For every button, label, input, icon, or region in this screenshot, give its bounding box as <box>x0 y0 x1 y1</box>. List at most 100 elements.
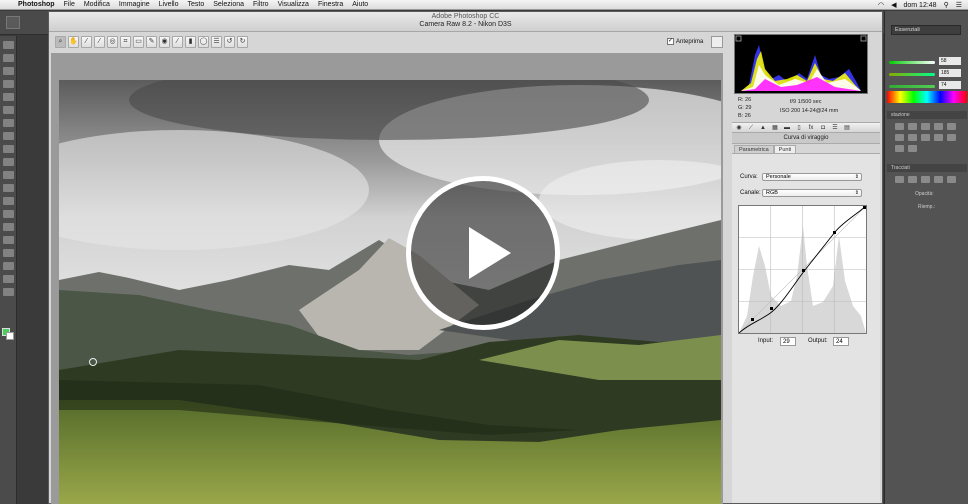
tab-lens-icon[interactable]: ▯ <box>794 124 804 132</box>
menu-testo[interactable]: Testo <box>188 1 205 8</box>
preview-toggle[interactable]: ✓ Anteprima <box>667 38 703 45</box>
white-balance-icon[interactable]: ⁄ <box>81 36 92 48</box>
layer-filter-icon[interactable] <box>895 176 904 183</box>
fullscreen-button[interactable] <box>711 36 723 48</box>
adjustment-icon[interactable] <box>934 123 943 130</box>
quick-select-tool-icon[interactable] <box>3 80 14 88</box>
list-icon[interactable]: ☰ <box>956 1 962 9</box>
red-slider[interactable] <box>889 61 935 64</box>
layer-filter-icon[interactable] <box>934 176 943 183</box>
lasso-tool-icon[interactable] <box>3 67 14 75</box>
adjustment-icon[interactable] <box>921 123 930 130</box>
menu-file[interactable]: File <box>64 1 75 8</box>
stamp-tool-icon[interactable] <box>3 145 14 153</box>
zoom-icon[interactable]: ⌕ <box>55 36 66 48</box>
adjustment-icon[interactable] <box>908 123 917 130</box>
dialog-title-bar[interactable]: Adobe Photoshop CC Camera Raw 8.2 - Niko… <box>49 12 882 32</box>
spot-removal-icon[interactable]: ✎ <box>146 36 157 48</box>
preferences-icon[interactable]: ☰ <box>211 36 222 48</box>
curve-select[interactable]: Personale ⇕ <box>762 173 862 181</box>
hand-icon[interactable]: ✋ <box>68 36 79 48</box>
adjustment-icon[interactable] <box>934 134 943 141</box>
menu-livello[interactable]: Livello <box>159 1 179 8</box>
green-slider[interactable] <box>889 73 935 76</box>
blur-tool-icon[interactable] <box>3 197 14 205</box>
menu-finestra[interactable]: Finestra <box>318 1 343 8</box>
path-select-tool-icon[interactable] <box>3 249 14 257</box>
tab-presets-icon[interactable]: ☰ <box>830 124 840 132</box>
tool-preset-picker[interactable] <box>6 16 20 29</box>
layer-filter-icon[interactable] <box>908 176 917 183</box>
zoom-tool-icon[interactable] <box>3 288 14 296</box>
brush-tool-icon[interactable] <box>3 132 14 140</box>
adjustment-brush-icon[interactable]: ⁄ <box>172 36 183 48</box>
tab-basic-icon[interactable]: ◉ <box>734 124 744 132</box>
tab-effects-icon[interactable]: fx <box>806 124 816 132</box>
adjustment-icon[interactable] <box>908 145 917 152</box>
tab-snapshots-icon[interactable]: ▤ <box>842 124 852 132</box>
tab-tone-curve-icon[interactable]: ⟋ <box>746 124 756 132</box>
preview-checkbox[interactable]: ✓ <box>667 38 674 45</box>
tone-curve-graph[interactable] <box>738 205 867 334</box>
eyedropper-icon[interactable]: ⁄ <box>94 36 105 48</box>
pen-tool-icon[interactable] <box>3 223 14 231</box>
hand-tool-icon[interactable] <box>3 275 14 283</box>
green-value[interactable]: 185 <box>939 69 961 77</box>
tab-split-toning-icon[interactable]: ▬ <box>782 124 792 132</box>
graduated-filter-icon[interactable]: ▮ <box>185 36 196 48</box>
gradient-tool-icon[interactable] <box>3 184 14 192</box>
adjustment-icon[interactable] <box>895 134 904 141</box>
paths-panel-title[interactable]: Tracciati <box>887 164 967 172</box>
shape-tool-icon[interactable] <box>3 262 14 270</box>
adjustment-icon[interactable] <box>895 145 904 152</box>
clock[interactable]: dom 12:48 <box>903 2 936 9</box>
adjustment-icon[interactable] <box>921 134 930 141</box>
layer-filter-icon[interactable] <box>947 176 956 183</box>
menu-visualizza[interactable]: Visualizza <box>278 1 309 8</box>
volume-icon[interactable]: ◀ <box>891 1 896 9</box>
tab-hsl-icon[interactable]: ▦ <box>770 124 780 132</box>
menu-immagine[interactable]: Immagine <box>119 1 150 8</box>
image-preview-area[interactable] <box>51 53 723 504</box>
color-spectrum[interactable] <box>887 91 967 103</box>
rotate-right-icon[interactable]: ↻ <box>237 36 248 48</box>
move-tool-icon[interactable] <box>3 41 14 49</box>
dodge-tool-icon[interactable] <box>3 210 14 218</box>
adjustments-panel-title[interactable]: stazione <box>887 111 967 119</box>
eyedropper-tool-icon[interactable] <box>3 106 14 114</box>
red-value[interactable]: 58 <box>939 57 961 65</box>
crop-icon[interactable]: ⌗ <box>120 36 131 48</box>
menu-seleziona[interactable]: Seleziona <box>213 1 244 8</box>
adjustment-icon[interactable] <box>895 123 904 130</box>
tab-camera-calibration-icon[interactable]: ◘ <box>818 124 828 132</box>
layer-filter-icon[interactable] <box>921 176 930 183</box>
output-field[interactable]: 24 <box>833 337 849 346</box>
search-icon[interactable]: ⚲ <box>944 1 949 9</box>
background-color-swatch[interactable] <box>6 332 14 340</box>
tab-detail-icon[interactable]: ▲ <box>758 124 768 132</box>
workspace-switcher[interactable]: Essenziali <box>891 25 961 35</box>
adjustment-icon[interactable] <box>947 134 956 141</box>
target-adjust-icon[interactable]: ◎ <box>107 36 118 48</box>
history-brush-tool-icon[interactable] <box>3 158 14 166</box>
healing-tool-icon[interactable] <box>3 119 14 127</box>
play-icon[interactable] <box>406 176 560 330</box>
marquee-tool-icon[interactable] <box>3 54 14 62</box>
channel-select[interactable]: RGB ⇕ <box>762 189 862 197</box>
crop-tool-icon[interactable] <box>3 93 14 101</box>
adjustment-icon[interactable] <box>947 123 956 130</box>
radial-filter-icon[interactable]: ◯ <box>198 36 209 48</box>
rotate-left-icon[interactable]: ↺ <box>224 36 235 48</box>
menu-app-name[interactable]: Photoshop <box>18 1 55 8</box>
eraser-tool-icon[interactable] <box>3 171 14 179</box>
wifi-icon[interactable]: ◠ <box>878 1 884 9</box>
red-eye-icon[interactable]: ◉ <box>159 36 170 48</box>
menu-modifica[interactable]: Modifica <box>84 1 110 8</box>
straighten-icon[interactable]: ▭ <box>133 36 144 48</box>
menu-filtro[interactable]: Filtro <box>253 1 269 8</box>
input-field[interactable]: 29 <box>780 337 796 346</box>
blue-value[interactable]: 74 <box>939 81 961 89</box>
type-tool-icon[interactable] <box>3 236 14 244</box>
blue-slider[interactable] <box>889 85 935 88</box>
menu-aiuto[interactable]: Aiuto <box>352 1 368 8</box>
